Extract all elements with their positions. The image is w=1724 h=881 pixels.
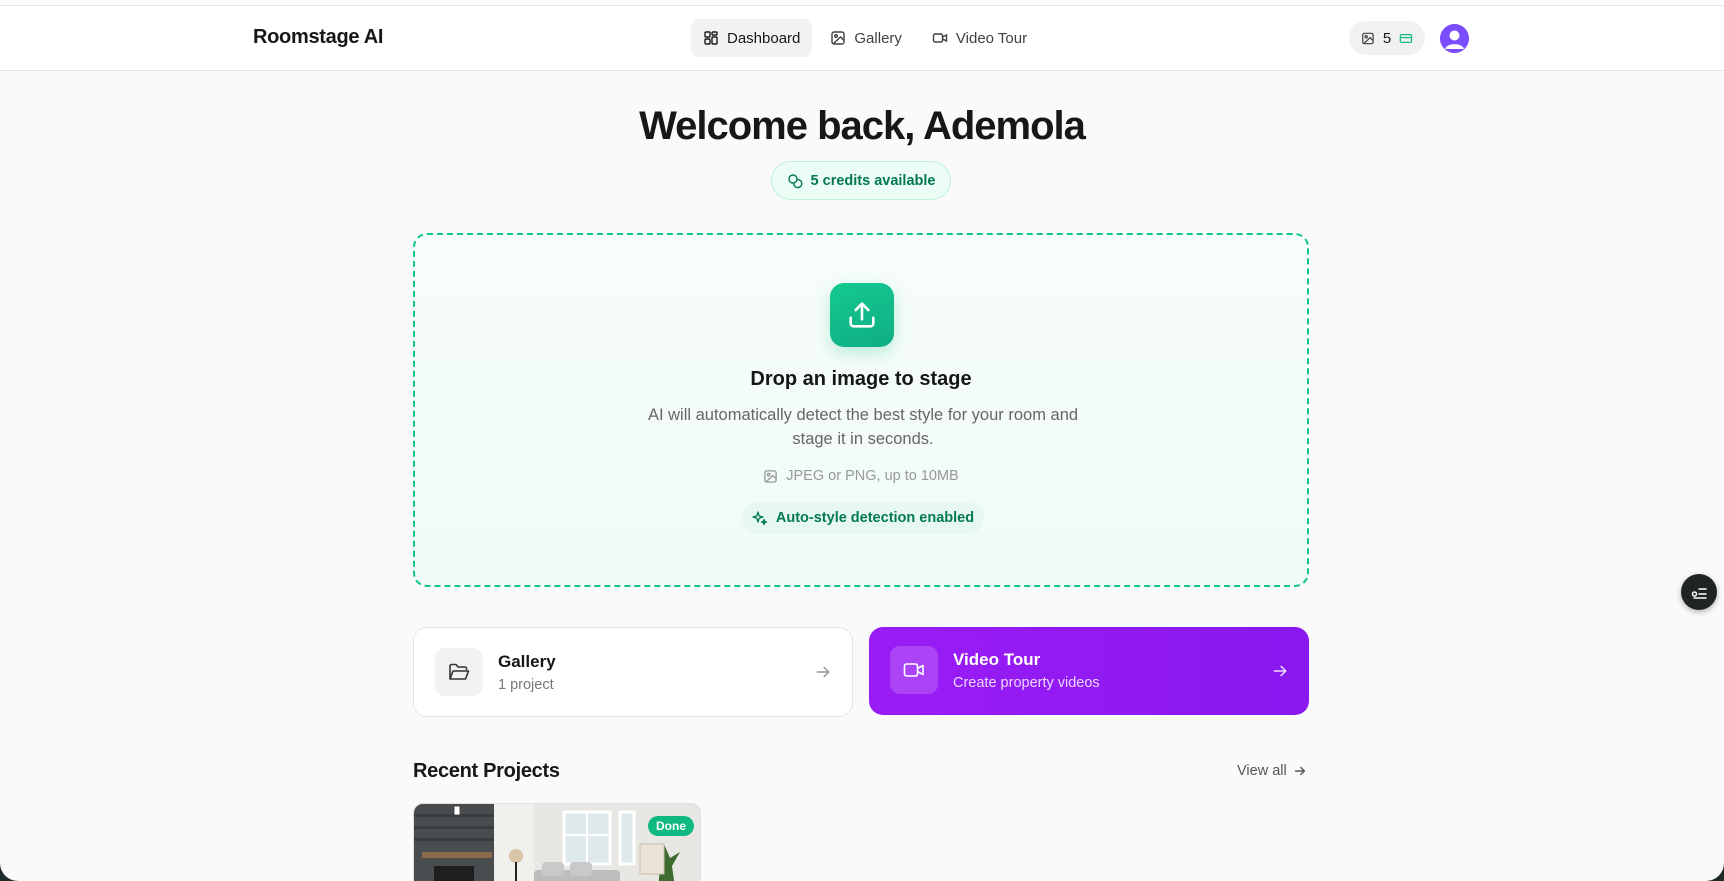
view-all-link[interactable]: View all (1237, 763, 1307, 779)
gallery-card-title: Gallery (498, 652, 556, 671)
view-all-label: View all (1237, 763, 1287, 779)
credits-count: 5 (1382, 29, 1392, 47)
dashboard-grid-icon (704, 31, 718, 45)
credits-badge-label: 5 credits available (810, 172, 936, 189)
brand-logo[interactable]: Roomstage AI (253, 26, 383, 49)
auto-style-badge: Auto-style detection enabled (742, 502, 984, 534)
dropzone-description: AI will automatically detect the best st… (647, 406, 1079, 448)
credit-card-icon (1399, 33, 1413, 43)
upload-dropzone[interactable]: Drop an image to stage AI will automatic… (413, 233, 1309, 587)
nav-dashboard[interactable]: Dashboard (691, 19, 813, 57)
credits-badge: 5 credits available (771, 161, 951, 200)
status-badge: Done (648, 816, 694, 836)
page-title: Welcome back, Ademola (639, 104, 1086, 148)
gallery-card[interactable]: Gallery 1 project (413, 627, 853, 717)
image-icon (764, 469, 778, 483)
image-icon (1362, 32, 1374, 44)
arrow-right-icon (816, 666, 830, 678)
user-icon (1440, 24, 1469, 53)
page: Roomstage AI Dashboard Gallery Video Tou… (0, 0, 1724, 881)
floating-menu-button[interactable] (1681, 574, 1717, 610)
coins-icon (787, 173, 803, 188)
dropzone-formats: JPEG or PNG, up to 10MB (415, 468, 1307, 484)
nav-video-tour[interactable]: Video Tour (920, 19, 1039, 57)
dropzone-title: Drop an image to stage (750, 368, 972, 390)
video-camera-icon (890, 646, 938, 694)
header: Roomstage AI Dashboard Gallery Video Tou… (0, 6, 1724, 71)
credits-pill[interactable]: 5 (1349, 21, 1425, 55)
arrow-right-icon (1273, 665, 1287, 677)
folder-open-icon (435, 648, 483, 696)
auto-style-label: Auto-style detection enabled (775, 510, 975, 526)
recent-projects-title: Recent Projects (413, 760, 560, 782)
video-card-title: Video Tour (953, 650, 1041, 669)
image-icon (831, 31, 846, 45)
gallery-card-subtitle: 1 project (498, 677, 554, 693)
upload-icon (830, 283, 894, 347)
main-nav: Dashboard Gallery Video Tour (691, 19, 1039, 57)
nav-video-tour-label: Video Tour (955, 29, 1028, 47)
nav-gallery-label: Gallery (854, 29, 902, 47)
project-card[interactable]: Done (413, 803, 701, 881)
video-camera-icon (932, 33, 948, 43)
video-tour-card[interactable]: Video Tour Create property videos (869, 627, 1309, 715)
nav-dashboard-label: Dashboard (727, 29, 801, 47)
arrow-right-icon (1294, 766, 1306, 776)
nav-gallery[interactable]: Gallery (818, 19, 914, 57)
dropzone-formats-label: JPEG or PNG, up to 10MB (786, 468, 959, 484)
sparkles-icon (752, 511, 768, 526)
toggle-list-icon (1691, 588, 1707, 599)
user-avatar[interactable] (1440, 24, 1469, 53)
video-card-subtitle: Create property videos (953, 675, 1100, 691)
